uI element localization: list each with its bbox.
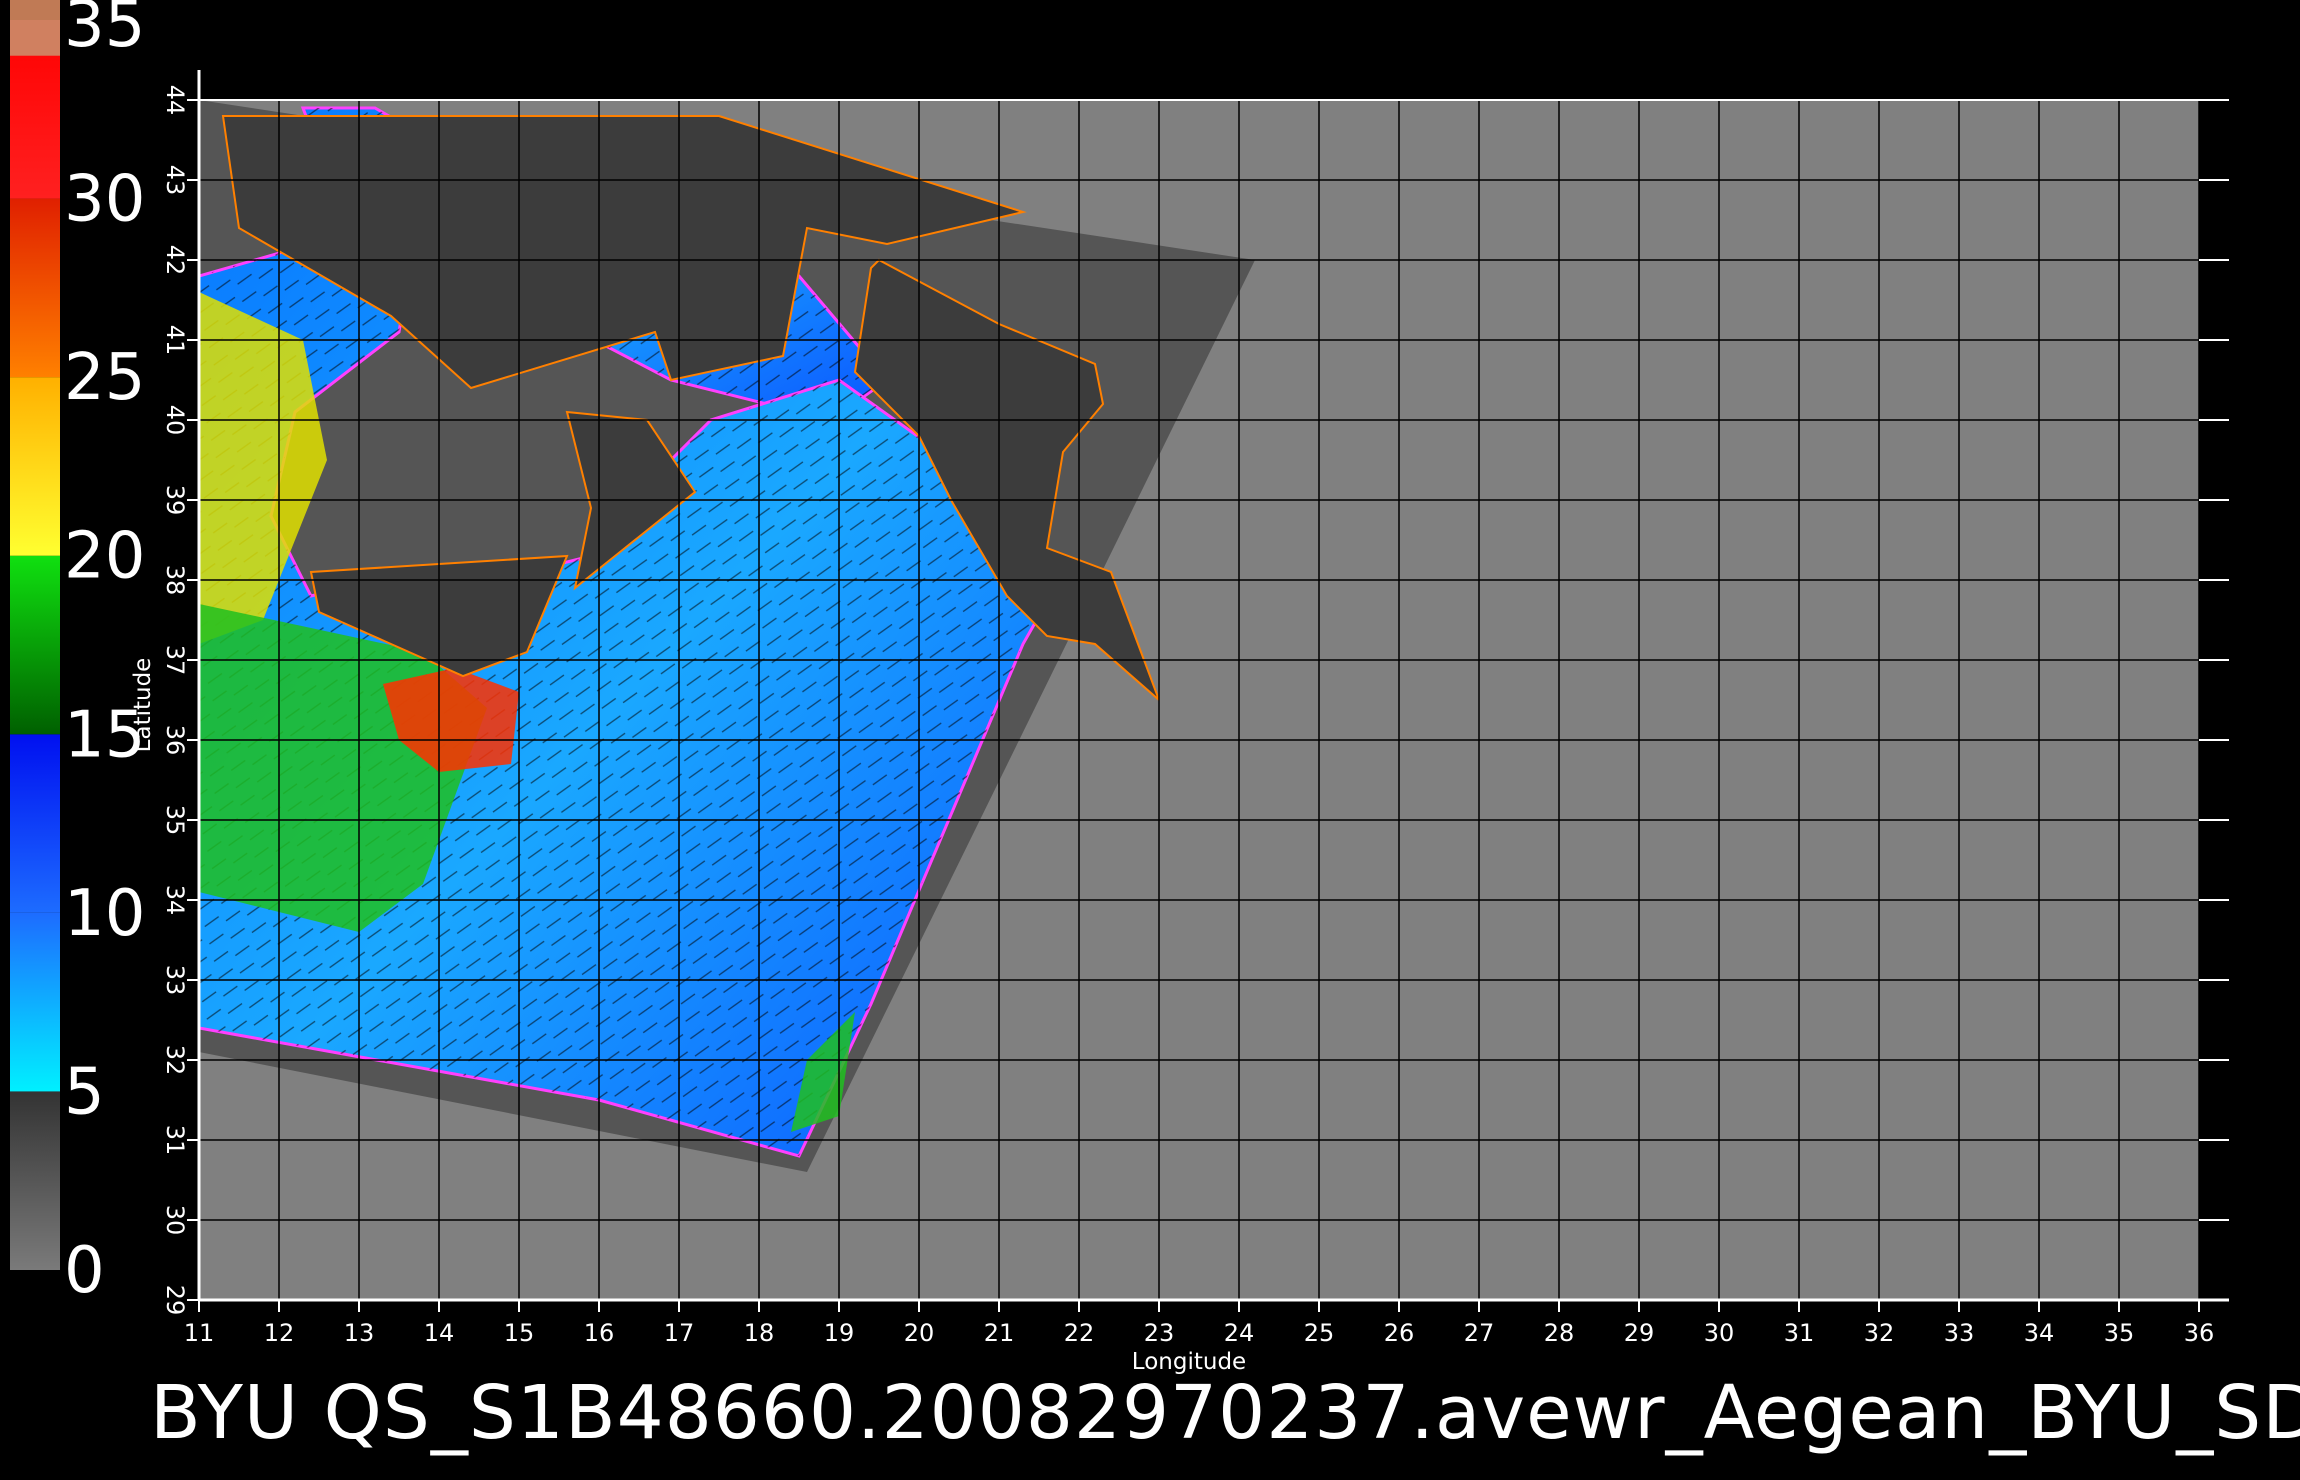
map-plot — [199, 100, 2199, 1300]
lon-tick-label: 24 — [1224, 1319, 1255, 1347]
lat-tick-label: 31 — [161, 1125, 189, 1156]
lon-tick-label: 14 — [424, 1319, 455, 1347]
lon-tick-label: 25 — [1304, 1319, 1335, 1347]
lat-tick-label: 32 — [161, 1045, 189, 1076]
lon-tick-label: 30 — [1704, 1319, 1735, 1347]
lat-tick-label: 30 — [161, 1205, 189, 1236]
lon-tick-label: 21 — [984, 1319, 1015, 1347]
colorbar-label: 10 — [64, 877, 145, 951]
y-axis-label: Latitude — [130, 658, 156, 753]
colorbar-band — [10, 912, 60, 1092]
colorbar-cap — [10, 0, 60, 20]
colorbar-band — [10, 555, 60, 735]
lon-tick-label: 16 — [584, 1319, 615, 1347]
lon-tick-label: 26 — [1384, 1319, 1415, 1347]
lon-tick-label: 32 — [1864, 1319, 1895, 1347]
lon-tick-label: 29 — [1624, 1319, 1655, 1347]
lon-tick-label: 13 — [344, 1319, 375, 1347]
colorbar-band — [10, 734, 60, 913]
lon-tick-label: 27 — [1464, 1319, 1495, 1347]
file-caption: BYU QS_S1B48660.20082970237.avewr_Aegean… — [150, 1370, 2300, 1456]
lon-tick-label: 12 — [264, 1319, 295, 1347]
lat-tick-label: 42 — [161, 245, 189, 276]
lon-tick-label: 31 — [1784, 1319, 1815, 1347]
lat-tick-label: 41 — [161, 325, 189, 356]
lat-tick-label: 33 — [161, 965, 189, 996]
lat-tick-label: 34 — [161, 885, 189, 916]
lon-tick-label: 34 — [2024, 1319, 2055, 1347]
lat-tick-label: 35 — [161, 805, 189, 836]
colorbar-labels: 35302520151050 — [64, 0, 145, 1308]
lon-tick-label: 15 — [504, 1319, 535, 1347]
lon-tick-label: 18 — [744, 1319, 775, 1347]
colorbar-label: 25 — [64, 341, 145, 415]
lat-tick-label: 38 — [161, 565, 189, 596]
lon-tick-label: 23 — [1144, 1319, 1175, 1347]
lat-tick-label: 39 — [161, 485, 189, 516]
lon-tick-label: 35 — [2104, 1319, 2135, 1347]
colorbar-band — [10, 20, 60, 56]
colorbar-band — [10, 377, 60, 556]
lon-tick-label: 36 — [2184, 1319, 2215, 1347]
lat-tick-label: 44 — [161, 85, 189, 116]
lat-tick-label: 29 — [161, 1285, 189, 1316]
lat-tick-label: 36 — [161, 725, 189, 756]
colorbar-band — [10, 198, 60, 378]
colorbar-label: 35 — [64, 0, 145, 62]
longitude-tick-labels: 11 12 13 14 15 16 17 18 19 20 21 22 23 24 25 26 27 28 29 30… — [184, 1300, 2215, 1347]
colorbar-label: 0 — [64, 1234, 105, 1308]
wind-map-figure: 35 30 25 20 15 10 5 0 11 12 13 14 15 16 17 18 19 20 21 22 2… — [10, 0, 2229, 1375]
lon-tick-label: 28 — [1544, 1319, 1575, 1347]
colorbar-band — [10, 1091, 60, 1270]
colorbar-label: 30 — [64, 163, 145, 237]
lon-tick-label: 19 — [824, 1319, 855, 1347]
colorbar-label: 5 — [64, 1055, 105, 1129]
lat-tick-label: 43 — [161, 165, 189, 196]
lon-tick-label: 33 — [1944, 1319, 1975, 1347]
colorbar — [10, 0, 60, 1270]
lon-tick-label: 22 — [1064, 1319, 1095, 1347]
lat-tick-label: 37 — [161, 645, 189, 676]
lon-tick-label: 11 — [184, 1319, 215, 1347]
lon-tick-label: 17 — [664, 1319, 695, 1347]
lat-tick-label: 40 — [161, 405, 189, 436]
lon-tick-label: 20 — [904, 1319, 935, 1347]
colorbar-label: 20 — [64, 520, 145, 594]
